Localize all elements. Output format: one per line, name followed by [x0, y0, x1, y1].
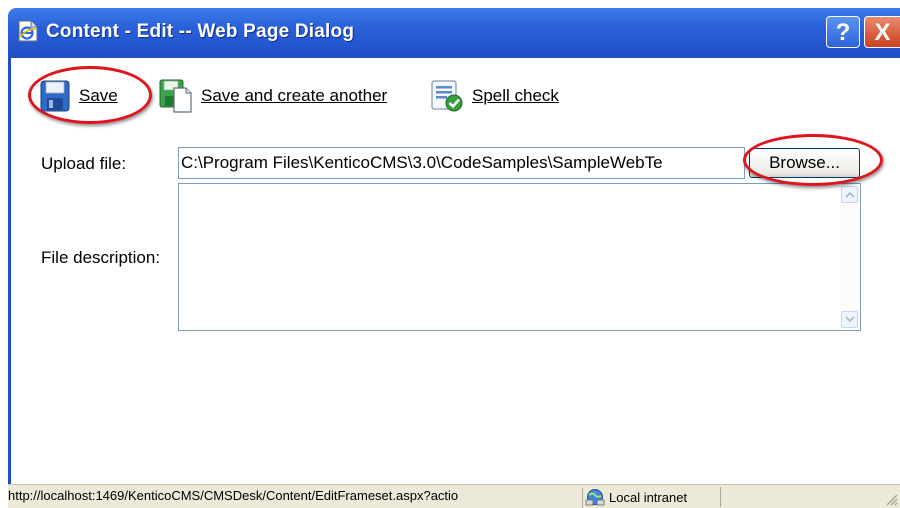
title-bar[interactable]: Content - Edit -- Web Page Dialog ? X	[8, 8, 900, 58]
save-and-create-another-button[interactable]: Save and create another	[159, 76, 387, 116]
close-icon: X	[874, 19, 891, 46]
help-button[interactable]: ?	[826, 16, 860, 48]
zone-label: Local intranet	[609, 489, 688, 505]
status-url: http://localhost:1469/KenticoCMS/CMSDesk…	[8, 488, 583, 508]
scroll-up-button[interactable]	[841, 186, 858, 203]
browse-highlight-ring	[743, 134, 883, 186]
description-scrollbar[interactable]	[840, 185, 859, 329]
chevron-down-icon	[845, 316, 855, 323]
file-description-label: File description:	[41, 248, 161, 267]
ie-page-icon	[18, 20, 38, 42]
security-zone: Local intranet	[585, 487, 687, 507]
window-title: Content - Edit -- Web Page Dialog	[46, 21, 355, 42]
local-intranet-icon	[585, 489, 605, 506]
upload-file-input[interactable]: C:\Program Files\KenticoCMS\3.0\CodeSamp…	[178, 147, 745, 179]
close-button[interactable]: X	[864, 16, 900, 48]
file-description-textarea[interactable]	[178, 183, 861, 331]
resize-grip-icon[interactable]	[884, 492, 898, 506]
save-and-create-another-label: Save and create another	[201, 86, 388, 105]
save-highlight-ring	[28, 66, 152, 124]
status-bar: http://localhost:1469/KenticoCMS/CMSDesk…	[8, 484, 900, 508]
status-divider	[720, 487, 721, 507]
spell-check-icon	[431, 80, 463, 112]
spell-check-button[interactable]: Spell check	[430, 76, 559, 116]
scroll-down-button[interactable]	[841, 311, 858, 328]
spell-check-label: Spell check	[472, 86, 559, 105]
upload-file-label: Upload file:	[41, 154, 127, 173]
help-icon: ?	[835, 19, 851, 46]
dialog-window: Content - Edit -- Web Page Dialog ? X Sa…	[8, 8, 900, 508]
chevron-up-icon	[845, 191, 855, 198]
save-new-icon	[159, 79, 192, 113]
